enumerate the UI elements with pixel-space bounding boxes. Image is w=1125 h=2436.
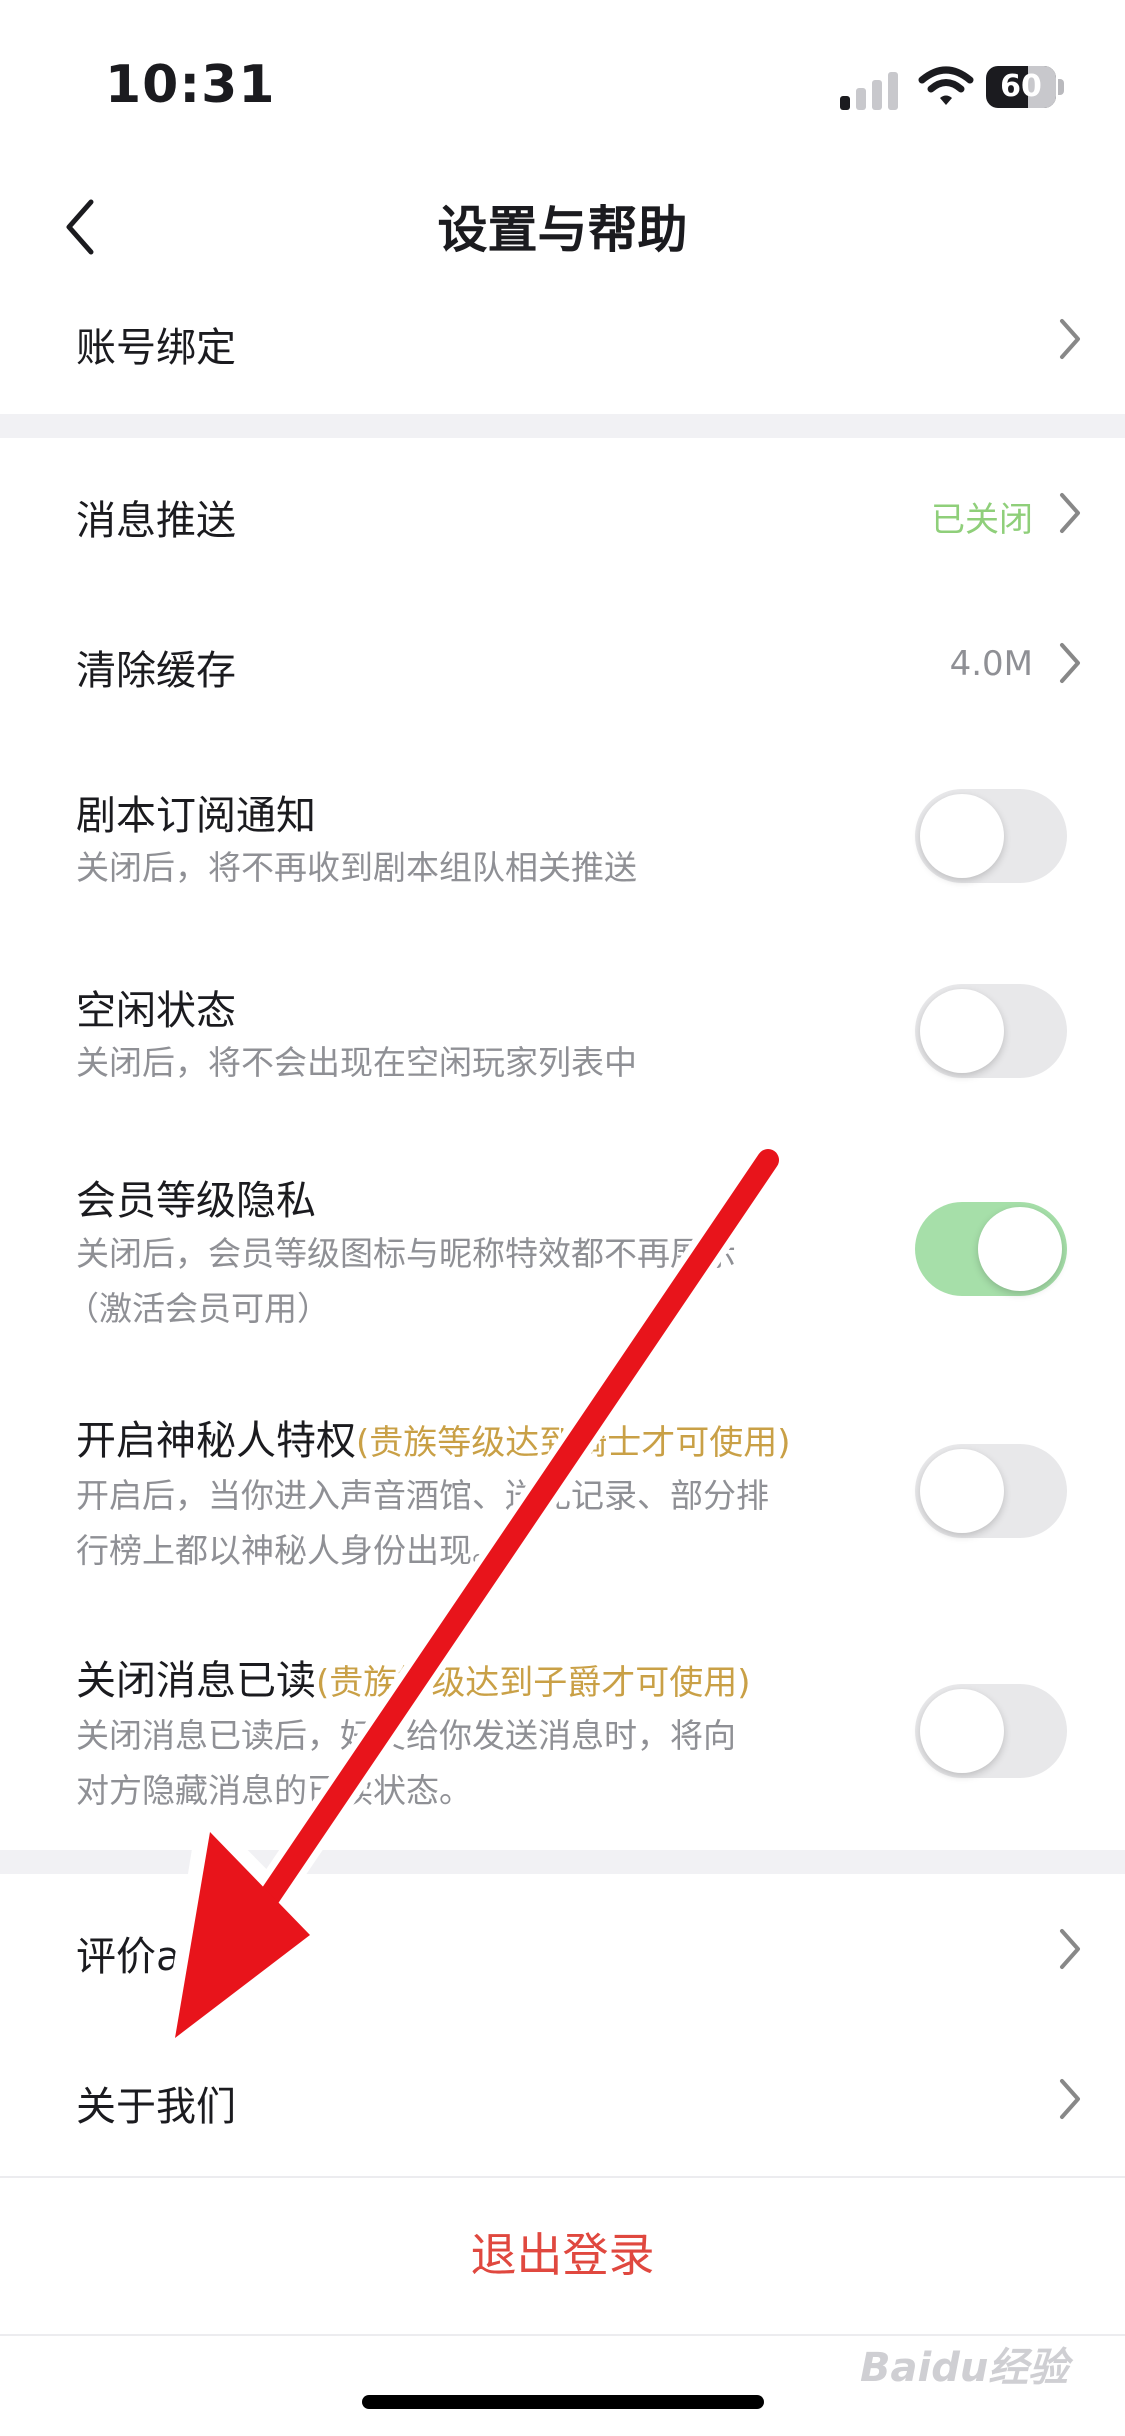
vip-privacy-toggle[interactable]	[915, 1202, 1067, 1296]
about-us-row[interactable]: 关于我们	[0, 2024, 1125, 2174]
read-receipt-desc-2: 对方隐藏消息的已读状态。	[76, 1771, 472, 1810]
idle-status-label: 空闲状态	[76, 988, 236, 1034]
mystery-privilege-toggle[interactable]	[915, 1444, 1067, 1538]
message-push-status: 已关闭	[931, 500, 1033, 540]
home-indicator	[362, 2395, 764, 2409]
script-notify-row: 剧本订阅通知 关闭后，将不再收到剧本组队相关推送	[0, 738, 1125, 933]
status-time: 10:31	[105, 55, 276, 115]
message-push-row[interactable]: 消息推送 已关闭	[0, 438, 1125, 588]
read-receipt-toggle[interactable]	[915, 1684, 1067, 1778]
mystery-privilege-desc-1: 开启后，当你进入声音酒馆、送礼记录、部分排	[76, 1476, 769, 1515]
cellular-signal-icon	[840, 72, 898, 110]
wifi-icon	[918, 66, 974, 105]
message-push-label: 消息推送	[76, 498, 236, 544]
vip-privacy-label: 会员等级隐私	[76, 1178, 316, 1224]
logout-button[interactable]: 退出登录	[0, 2180, 1125, 2330]
battery-icon: 60	[986, 66, 1066, 108]
vip-privacy-desc: 关闭后，会员等级图标与昵称特效都不再展示	[76, 1234, 736, 1273]
read-receipt-label: 关闭消息已读(贵族等级达到子爵才可使用)	[76, 1658, 751, 1704]
read-receipt-row: 关闭消息已读(贵族等级达到子爵才可使用) 关闭消息已读后，好友给你发送消息时，将…	[0, 1608, 1125, 1848]
page-title: 设置与帮助	[437, 201, 688, 259]
mystery-privilege-label: 开启神秘人特权(贵族等级达到骑士才可使用)	[76, 1418, 791, 1464]
mystery-privilege-requirement: (贵族等级达到骑士才可使用)	[356, 1423, 791, 1463]
section-divider	[0, 414, 1125, 438]
clear-cache-row[interactable]: 清除缓存 4.0M	[0, 588, 1125, 738]
account-binding-label: 账号绑定	[76, 325, 236, 371]
script-notify-desc: 关闭后，将不再收到剧本组队相关推送	[76, 848, 637, 887]
account-binding-row[interactable]: 账号绑定	[0, 290, 1125, 410]
chevron-right-icon	[1060, 1929, 1080, 1969]
idle-status-row: 空闲状态 关闭后，将不会出现在空闲玩家列表中	[0, 933, 1125, 1128]
vip-privacy-note: （激活会员可用）	[66, 1289, 330, 1328]
chevron-right-icon	[1060, 319, 1080, 359]
about-us-label: 关于我们	[76, 2084, 236, 2130]
idle-status-desc: 关闭后，将不会出现在空闲玩家列表中	[76, 1043, 637, 1082]
read-receipt-desc-1: 关闭消息已读后，好友给你发送消息时，将向	[76, 1716, 736, 1755]
separator-line	[0, 2176, 1125, 2178]
rate-app-label: 评价app	[76, 1934, 232, 1980]
baidu-watermark: Baidu经验	[860, 2345, 1069, 2391]
chevron-right-icon	[1060, 493, 1080, 533]
battery-level: 60	[1000, 69, 1042, 104]
idle-status-toggle[interactable]	[915, 984, 1067, 1078]
mystery-privilege-row: 开启神秘人特权(贵族等级达到骑士才可使用) 开启后，当你进入声音酒馆、送礼记录、…	[0, 1368, 1125, 1608]
script-notify-toggle[interactable]	[915, 789, 1067, 883]
mystery-privilege-desc-2: 行榜上都以神秘人身份出现。	[76, 1531, 505, 1570]
section-divider	[0, 1850, 1125, 1874]
script-notify-label: 剧本订阅通知	[76, 793, 316, 839]
cache-size: 4.0M	[949, 644, 1033, 684]
vip-privacy-row: 会员等级隐私 关闭后，会员等级图标与昵称特效都不再展示 （激活会员可用）	[0, 1128, 1125, 1368]
chevron-right-icon	[1060, 2079, 1080, 2119]
rate-app-row[interactable]: 评价app	[0, 1874, 1125, 2024]
read-receipt-requirement: (贵族等级达到子爵才可使用)	[316, 1663, 751, 1703]
status-bar: 10:31 60	[0, 0, 1125, 170]
chevron-right-icon	[1060, 643, 1080, 683]
nav-bar: 设置与帮助	[0, 170, 1125, 290]
clear-cache-label: 清除缓存	[76, 648, 236, 694]
